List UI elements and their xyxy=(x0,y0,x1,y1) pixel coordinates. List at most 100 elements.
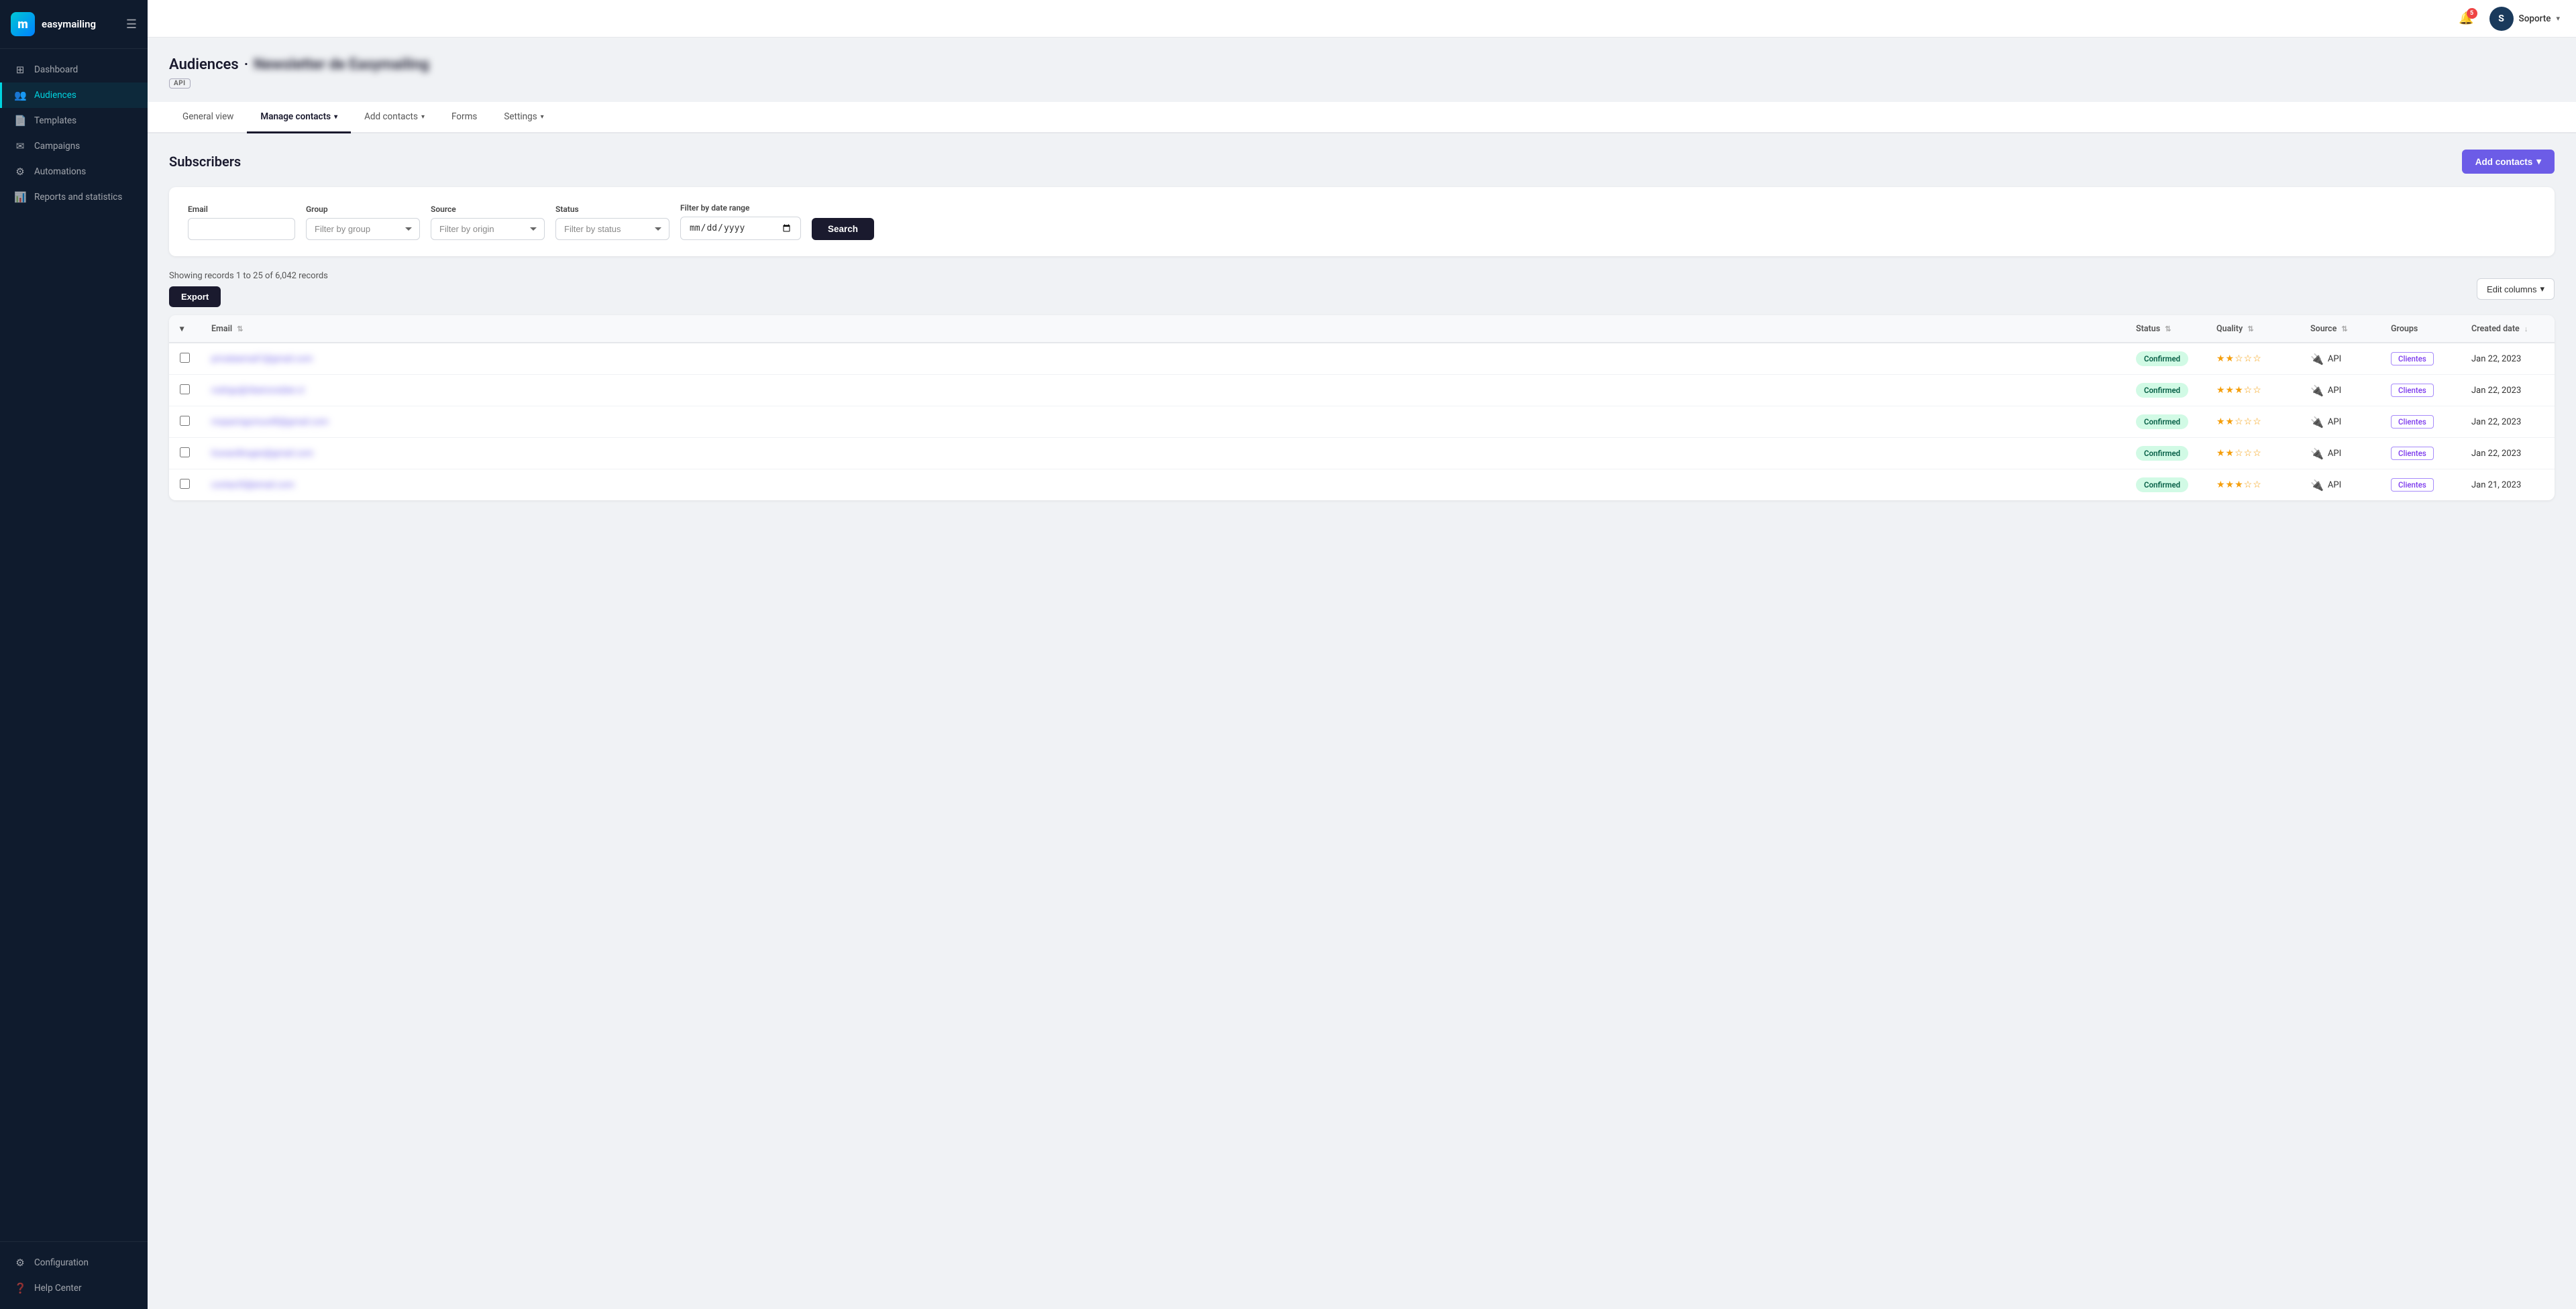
sidebar-item-label: Automations xyxy=(34,166,86,177)
row-checkbox-cell xyxy=(169,406,201,438)
row-source-cell: 🔌 API xyxy=(2300,469,2380,501)
sidebar-logo: m easymailing ☰ xyxy=(0,0,148,49)
tab-settings[interactable]: Settings ▾ xyxy=(490,102,557,133)
group-filter-group: Group Filter by group xyxy=(306,205,420,240)
sidebar-item-reports[interactable]: 📊 Reports and statistics xyxy=(0,184,148,210)
row-checkbox-cell xyxy=(169,343,201,375)
filter-card: Email Group Filter by group Source Filte… xyxy=(169,187,2555,256)
reports-icon: 📊 xyxy=(14,191,26,203)
topbar: 🔔 5 S Soporte ▾ xyxy=(148,0,2576,38)
tab-manage-contacts[interactable]: Manage contacts ▾ xyxy=(247,102,351,133)
filter-row: Email Group Filter by group Source Filte… xyxy=(188,203,2536,240)
sidebar-nav: ⊞ Dashboard 👥 Audiences 📄 Templates ✉ Ca… xyxy=(0,49,148,1241)
table-row: mspanrigomux40@gmail.com Confirmed ★★☆☆☆… xyxy=(169,406,2555,438)
row-email-cell: contact5@email.com xyxy=(201,469,2125,501)
audiences-icon: 👥 xyxy=(14,89,26,101)
date-filter-input[interactable] xyxy=(680,217,801,240)
search-button[interactable]: Search xyxy=(812,218,874,240)
row-email-cell: mspanrigomux40@gmail.com xyxy=(201,406,2125,438)
sort-icon: ⇅ xyxy=(237,325,243,333)
sort-desc-icon: ↓ xyxy=(2524,325,2528,333)
row-status-cell: Confirmed xyxy=(2125,375,2206,406)
edit-columns-button[interactable]: Edit columns ▾ xyxy=(2477,278,2555,300)
email-filter-group: Email xyxy=(188,205,295,240)
hamburger-button[interactable]: ☰ xyxy=(126,17,137,32)
tab-add-contacts[interactable]: Add contacts ▾ xyxy=(351,102,438,133)
search-button-group: Search xyxy=(812,218,874,240)
quality-stars: ★★☆☆☆ xyxy=(2216,353,2262,364)
email-filter-input[interactable] xyxy=(188,218,295,240)
group-filter-select[interactable]: Filter by group xyxy=(306,218,420,240)
table-actions: Showing records 1 to 25 of 6,042 records… xyxy=(169,271,2555,307)
api-source-icon: 🔌 xyxy=(2310,447,2324,460)
row-checkbox[interactable] xyxy=(180,416,190,426)
audience-name: Newsletter de Easymailing xyxy=(254,56,429,73)
sidebar-item-label: Configuration xyxy=(34,1257,89,1268)
row-date-cell: Jan 22, 2023 xyxy=(2461,438,2555,469)
source-label: API xyxy=(2328,386,2341,396)
row-groups-cell: Clientes xyxy=(2380,406,2461,438)
dropdown-chevron-icon[interactable]: ▾ xyxy=(180,324,184,334)
email-link[interactable]: howardhogan@gmail.com xyxy=(211,449,313,459)
sidebar-item-audiences[interactable]: 👥 Audiences xyxy=(0,82,148,108)
sort-icon: ⇅ xyxy=(2165,325,2171,333)
sidebar-item-campaigns[interactable]: ✉ Campaigns xyxy=(0,133,148,159)
col-header-status[interactable]: Status ⇅ xyxy=(2125,315,2206,343)
sort-icon: ⇅ xyxy=(2341,325,2347,333)
status-filter-select[interactable]: Filter by status xyxy=(555,218,669,240)
email-link[interactable]: contact5@email.com xyxy=(211,480,294,490)
export-button[interactable]: Export xyxy=(169,286,221,307)
created-date-label: Jan 22, 2023 xyxy=(2471,449,2521,459)
sidebar-item-templates[interactable]: 📄 Templates xyxy=(0,108,148,133)
source-filter-label: Source xyxy=(431,205,545,214)
group-badge: Clientes xyxy=(2391,415,2434,429)
table-row: howardhogan@gmail.com Confirmed ★★☆☆☆ 🔌 … xyxy=(169,438,2555,469)
status-filter-group: Status Filter by status xyxy=(555,205,669,240)
created-date-label: Jan 22, 2023 xyxy=(2471,354,2521,364)
sidebar-item-help[interactable]: ❓ Help Center xyxy=(0,1275,148,1301)
configuration-icon: ⚙ xyxy=(14,1257,26,1269)
sidebar-item-dashboard[interactable]: ⊞ Dashboard xyxy=(0,57,148,82)
row-date-cell: Jan 21, 2023 xyxy=(2461,469,2555,501)
row-checkbox-cell xyxy=(169,469,201,501)
col-header-groups: Groups xyxy=(2380,315,2461,343)
status-filter-label: Status xyxy=(555,205,669,214)
avatar: S xyxy=(2489,7,2514,31)
tab-general-view[interactable]: General view xyxy=(169,102,247,133)
date-filter-group: Filter by date range xyxy=(680,203,801,240)
row-email-cell: rodrigo@ribeironobler.cl xyxy=(201,375,2125,406)
table-row: rodrigo@ribeironobler.cl Confirmed ★★★☆☆… xyxy=(169,375,2555,406)
user-menu[interactable]: S Soporte ▾ xyxy=(2489,7,2560,31)
row-source-cell: 🔌 API xyxy=(2300,343,2380,375)
created-date-label: Jan 22, 2023 xyxy=(2471,386,2521,396)
row-checkbox[interactable] xyxy=(180,384,190,394)
col-header-quality[interactable]: Quality ⇅ xyxy=(2206,315,2300,343)
email-link[interactable]: rodrigo@ribeironobler.cl xyxy=(211,386,305,396)
row-email-cell: privateemail1@gmail.com xyxy=(201,343,2125,375)
col-header-created-date[interactable]: Created date ↓ xyxy=(2461,315,2555,343)
sidebar-item-label: Templates xyxy=(34,115,76,126)
status-badge: Confirmed xyxy=(2136,414,2188,429)
group-badge: Clientes xyxy=(2391,478,2434,492)
email-link[interactable]: mspanrigomux40@gmail.com xyxy=(211,417,328,427)
sidebar-item-configuration[interactable]: ⚙ Configuration xyxy=(0,1250,148,1275)
row-checkbox[interactable] xyxy=(180,353,190,363)
email-link[interactable]: privateemail1@gmail.com xyxy=(211,354,313,364)
templates-icon: 📄 xyxy=(14,115,26,127)
tab-chevron-icon: ▾ xyxy=(334,113,337,121)
table-row: contact5@email.com Confirmed ★★★☆☆ 🔌 API… xyxy=(169,469,2555,501)
tab-forms[interactable]: Forms xyxy=(438,102,490,133)
api-source-icon: 🔌 xyxy=(2310,353,2324,365)
add-contacts-button[interactable]: Add contacts ▾ xyxy=(2462,150,2555,174)
source-filter-select[interactable]: Filter by origin xyxy=(431,218,545,240)
sidebar-item-automations[interactable]: ⚙ Automations xyxy=(0,159,148,184)
section-header: Subscribers Add contacts ▾ xyxy=(169,150,2555,174)
col-header-source[interactable]: Source ⇅ xyxy=(2300,315,2380,343)
group-badge: Clientes xyxy=(2391,352,2434,365)
row-status-cell: Confirmed xyxy=(2125,438,2206,469)
row-checkbox[interactable] xyxy=(180,479,190,489)
row-checkbox[interactable] xyxy=(180,447,190,457)
col-header-email[interactable]: Email ⇅ xyxy=(201,315,2125,343)
notification-bell[interactable]: 🔔 5 xyxy=(2455,7,2479,31)
row-source-cell: 🔌 API xyxy=(2300,406,2380,438)
